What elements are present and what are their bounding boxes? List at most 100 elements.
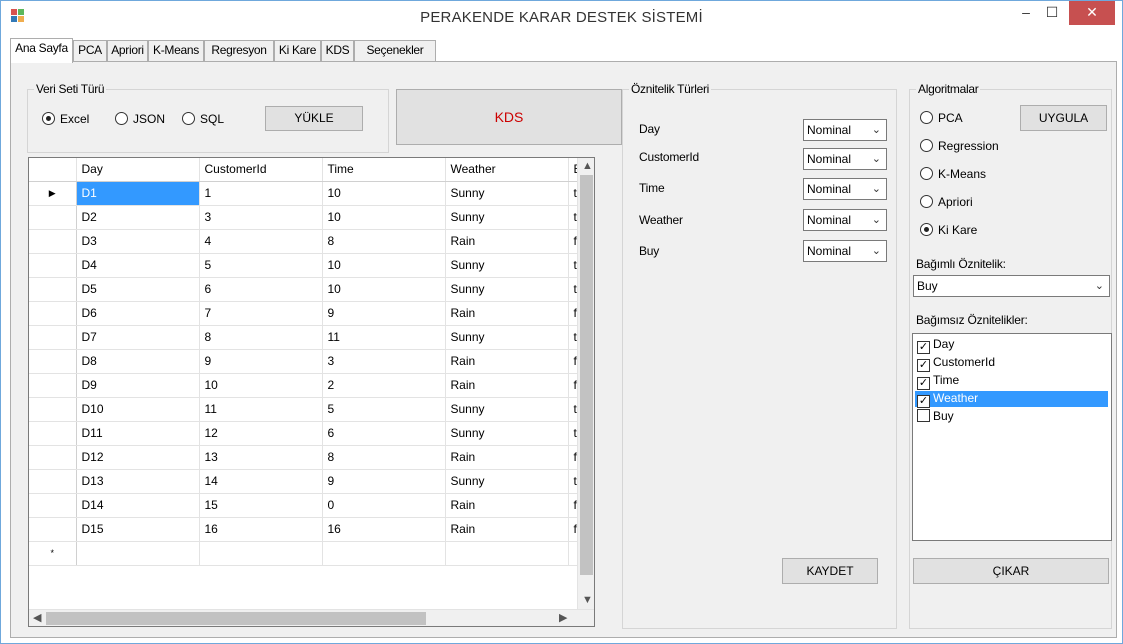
- table-cell[interactable]: D7: [76, 325, 200, 350]
- table-cell[interactable]: Sunny: [445, 181, 569, 206]
- list-item-time[interactable]: ✓ Time: [915, 373, 1108, 390]
- table-cell[interactable]: Rain: [445, 445, 569, 470]
- vertical-scrollbar[interactable]: ▲ ▼: [577, 158, 594, 610]
- tab-k-means[interactable]: K-Means: [148, 40, 204, 61]
- table-row[interactable]: D5610Sunnytru: [29, 277, 589, 302]
- table-cell[interactable]: Rain: [445, 373, 569, 398]
- independent-attributes-list[interactable]: ✓ Day ✓ CustomerId ✓ Time ✓ Weather Buy: [912, 333, 1112, 541]
- table-row[interactable]: D7811Sunnytru: [29, 325, 589, 350]
- table-cell[interactable]: D9: [76, 373, 200, 398]
- row-header-cell[interactable]: [29, 349, 77, 374]
- table-row[interactable]: D679Rainfal: [29, 301, 589, 326]
- row-header-cell[interactable]: [29, 421, 77, 446]
- table-cell[interactable]: 5: [322, 397, 446, 422]
- table-cell[interactable]: D1: [76, 181, 200, 206]
- checkbox-checked-icon[interactable]: ✓: [917, 359, 930, 372]
- table-row[interactable]: D9102Rainfal: [29, 373, 589, 398]
- table-cell[interactable]: Rain: [445, 517, 569, 542]
- row-header-cell[interactable]: [29, 493, 77, 518]
- attr-type-combo-buy[interactable]: Nominal ⌄: [803, 240, 887, 262]
- table-cell[interactable]: 6: [199, 277, 323, 302]
- table-cell[interactable]: 8: [322, 229, 446, 254]
- radio-excel[interactable]: Excel: [42, 111, 89, 127]
- checkbox-checked-icon[interactable]: ✓: [917, 377, 930, 390]
- tab-ki-kare[interactable]: Ki Kare: [274, 40, 321, 61]
- new-row[interactable]: *: [29, 541, 589, 566]
- table-cell[interactable]: 10: [322, 205, 446, 230]
- minimize-button[interactable]: –: [1013, 1, 1039, 25]
- column-header[interactable]: Weather: [445, 158, 569, 182]
- radio-json[interactable]: JSON: [115, 111, 165, 127]
- tab-apriori[interactable]: Apriori: [107, 40, 148, 61]
- table-cell[interactable]: Sunny: [445, 469, 569, 494]
- table-row[interactable]: ▶D1110Sunnytru: [29, 181, 589, 206]
- table-cell[interactable]: 0: [322, 493, 446, 518]
- table-cell[interactable]: 13: [199, 445, 323, 470]
- table-cell[interactable]: Rain: [445, 229, 569, 254]
- table-cell[interactable]: D10: [76, 397, 200, 422]
- row-header-cell[interactable]: [29, 229, 77, 254]
- table-cell[interactable]: 16: [322, 517, 446, 542]
- table-cell[interactable]: 8: [199, 325, 323, 350]
- table-cell[interactable]: Rain: [445, 301, 569, 326]
- table-row[interactable]: D10115Sunnytru: [29, 397, 589, 422]
- table-cell[interactable]: 12: [199, 421, 323, 446]
- list-item-customerid[interactable]: ✓ CustomerId: [915, 355, 1108, 372]
- table-cell[interactable]: D4: [76, 253, 200, 278]
- table-cell[interactable]: 10: [322, 253, 446, 278]
- maximize-button[interactable]: ☐: [1039, 1, 1065, 25]
- checkbox-unchecked-icon[interactable]: [917, 409, 930, 422]
- close-button[interactable]: ✕: [1069, 1, 1115, 25]
- row-header-cell[interactable]: [29, 301, 77, 326]
- table-cell[interactable]: 3: [199, 205, 323, 230]
- checkbox-checked-icon[interactable]: ✓: [917, 395, 930, 408]
- radio-k-means[interactable]: K-Means: [920, 166, 986, 182]
- list-item-day[interactable]: ✓ Day: [915, 337, 1108, 354]
- row-header-cell[interactable]: [29, 373, 77, 398]
- table-row[interactable]: D11126Sunnytru: [29, 421, 589, 446]
- load-button[interactable]: YÜKLE: [265, 106, 363, 131]
- row-header-cell[interactable]: [29, 445, 77, 470]
- table-cell[interactable]: 7: [199, 301, 323, 326]
- scroll-right-icon[interactable]: ▶: [559, 611, 567, 624]
- scroll-up-icon[interactable]: ▲: [582, 160, 593, 172]
- tab-secenekler[interactable]: Seçenekler: [354, 40, 436, 61]
- table-row[interactable]: D4510Sunnytru: [29, 253, 589, 278]
- table-row[interactable]: D893Rainfal: [29, 349, 589, 374]
- tab-kds[interactable]: KDS: [321, 40, 354, 61]
- tab-regresyon[interactable]: Regresyon: [204, 40, 274, 61]
- table-cell[interactable]: Sunny: [445, 421, 569, 446]
- tab-pca[interactable]: PCA: [73, 40, 107, 61]
- table-cell[interactable]: [322, 541, 446, 566]
- table-row[interactable]: D348Rainfal: [29, 229, 589, 254]
- table-cell[interactable]: 15: [199, 493, 323, 518]
- grid-corner-cell[interactable]: [29, 158, 77, 182]
- table-cell[interactable]: 10: [322, 277, 446, 302]
- table-cell[interactable]: 6: [322, 421, 446, 446]
- table-cell[interactable]: D14: [76, 493, 200, 518]
- checkbox-checked-icon[interactable]: ✓: [917, 341, 930, 354]
- new-row-marker[interactable]: *: [29, 541, 77, 566]
- table-cell[interactable]: 14: [199, 469, 323, 494]
- attr-type-combo-time[interactable]: Nominal ⌄: [803, 178, 887, 200]
- row-header-cell[interactable]: [29, 397, 77, 422]
- scroll-left-icon[interactable]: ◀: [33, 611, 41, 624]
- row-header-cell[interactable]: [29, 277, 77, 302]
- column-header[interactable]: CustomerId: [199, 158, 323, 182]
- kds-button[interactable]: KDS: [396, 89, 622, 145]
- table-cell[interactable]: 9: [322, 469, 446, 494]
- table-cell[interactable]: 9: [322, 301, 446, 326]
- radio-pca[interactable]: PCA: [920, 110, 963, 126]
- table-row[interactable]: D14150Rainfal: [29, 493, 589, 518]
- table-cell[interactable]: D11: [76, 421, 200, 446]
- table-cell[interactable]: 10: [199, 373, 323, 398]
- row-header-cell[interactable]: [29, 205, 77, 230]
- table-cell[interactable]: 9: [199, 349, 323, 374]
- table-cell[interactable]: D2: [76, 205, 200, 230]
- column-header[interactable]: Time: [322, 158, 446, 182]
- save-button[interactable]: KAYDET: [782, 558, 878, 584]
- table-cell[interactable]: 16: [199, 517, 323, 542]
- table-cell[interactable]: D15: [76, 517, 200, 542]
- extract-button[interactable]: ÇIKAR: [913, 558, 1109, 584]
- horizontal-scroll-thumb[interactable]: [46, 612, 426, 625]
